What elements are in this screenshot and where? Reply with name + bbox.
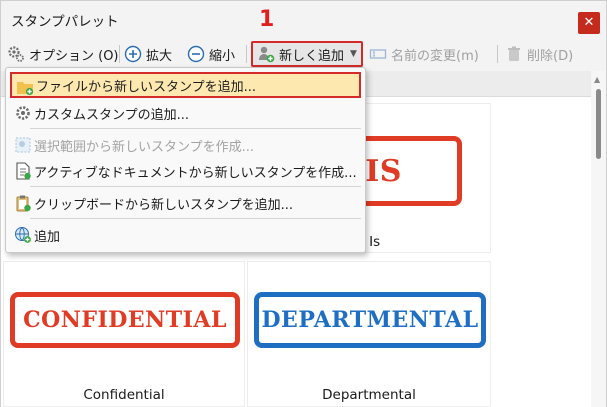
- vertical-scrollbar[interactable]: ▲: [591, 71, 606, 407]
- menu-item-label: 追加: [34, 229, 61, 245]
- stamp-label: Confidential: [83, 387, 165, 403]
- window-title: スタンプパレット: [11, 14, 119, 30]
- menu-item-create-from-active-document[interactable]: アクティブなドキュメントから新しいスタンプを作成...: [10, 158, 361, 184]
- stamp-tile[interactable]: DEPARTMENTAL Departmental: [247, 261, 491, 407]
- scroll-thumb[interactable]: [596, 89, 601, 159]
- menu-divider: [30, 218, 361, 219]
- add-new-dropdown-button[interactable]: 新しく追加 ▼: [251, 41, 363, 67]
- gear-icon: [14, 104, 32, 122]
- menu-item-label: ファイルから新しいスタンプを追加...: [36, 79, 257, 95]
- zoom-in-icon: [124, 45, 142, 63]
- globe-add-icon: [14, 226, 32, 244]
- menu-item-label: カスタムスタンプの追加...: [34, 107, 190, 123]
- menu-item-label: アクティブなドキュメントから新しいスタンプを作成...: [34, 165, 357, 181]
- zoom-in-button[interactable]: 拡大: [124, 41, 172, 67]
- stamp-preview-text: CONFIDENTIAL: [23, 307, 227, 333]
- menu-divider: [30, 186, 361, 187]
- toolbar-divider: [246, 45, 247, 63]
- delete-label: 削除(D): [527, 48, 574, 64]
- callout-number-1: 1: [259, 7, 275, 32]
- zoom-out-label: 縮小: [209, 48, 236, 64]
- stamp-palette-window: スタンプパレット ✕ オプション (O) 拡大 縮小 新しく追加 ▼ 名前の変更…: [0, 0, 607, 407]
- toolbar: オプション (O) 拡大 縮小 新しく追加 ▼ 名前の変更(m) 削除(D): [1, 39, 606, 69]
- stamp-label: Departmental: [322, 387, 416, 403]
- stamp-preview: CONFIDENTIAL: [10, 292, 240, 348]
- zoom-out-icon: [187, 45, 205, 63]
- add-new-dropdown-menu: ファイルから新しいスタンプを追加... カスタムスタンプの追加... 選択範囲か…: [5, 67, 366, 253]
- menu-item-add-custom-stamp[interactable]: カスタムスタンプの追加...: [10, 100, 361, 126]
- trash-icon: [505, 45, 523, 63]
- add-new-label: 新しく追加: [279, 48, 345, 64]
- stamp-preview: DEPARTMENTAL: [254, 292, 486, 348]
- folder-add-icon: [16, 78, 34, 96]
- menu-item-add[interactable]: 追加: [10, 222, 361, 248]
- clipboard-icon: [14, 194, 32, 212]
- gear-icon: [7, 45, 25, 63]
- rename-button[interactable]: 名前の変更(m): [369, 41, 479, 67]
- close-button[interactable]: ✕: [578, 12, 600, 34]
- zoom-out-button[interactable]: 縮小: [187, 41, 235, 67]
- menu-divider: [30, 128, 361, 129]
- zoom-in-label: 拡大: [146, 48, 173, 64]
- menu-item-add-from-file[interactable]: ファイルから新しいスタンプを追加...: [10, 72, 361, 98]
- menu-item-label: クリップボードから新しいスタンプを追加...: [34, 197, 294, 213]
- document-icon: [14, 162, 32, 180]
- rename-icon: [369, 45, 387, 63]
- chevron-down-icon: ▼: [350, 49, 357, 59]
- scroll-up-icon[interactable]: ▲: [594, 75, 600, 84]
- toolbar-divider: [497, 45, 498, 63]
- rename-label: 名前の変更(m): [391, 48, 479, 64]
- menu-item-label: 選択範囲から新しいスタンプを作成...: [34, 139, 255, 155]
- menu-item-create-from-selection[interactable]: 選択範囲から新しいスタンプを作成...: [10, 132, 361, 158]
- delete-button[interactable]: 削除(D): [505, 41, 573, 67]
- stamp-tile[interactable]: CONFIDENTIAL Confidential: [3, 261, 245, 407]
- options-label: オプション (O): [29, 48, 119, 64]
- add-stamp-icon: [257, 45, 275, 63]
- toolbar-divider: [119, 45, 120, 63]
- title-bar: スタンプパレット ✕: [1, 1, 606, 37]
- selection-icon: [14, 136, 32, 154]
- stamp-preview-text: DEPARTMENTAL: [261, 307, 479, 333]
- menu-item-add-from-clipboard[interactable]: クリップボードから新しいスタンプを追加...: [10, 190, 361, 216]
- options-button[interactable]: オプション (O): [7, 41, 119, 67]
